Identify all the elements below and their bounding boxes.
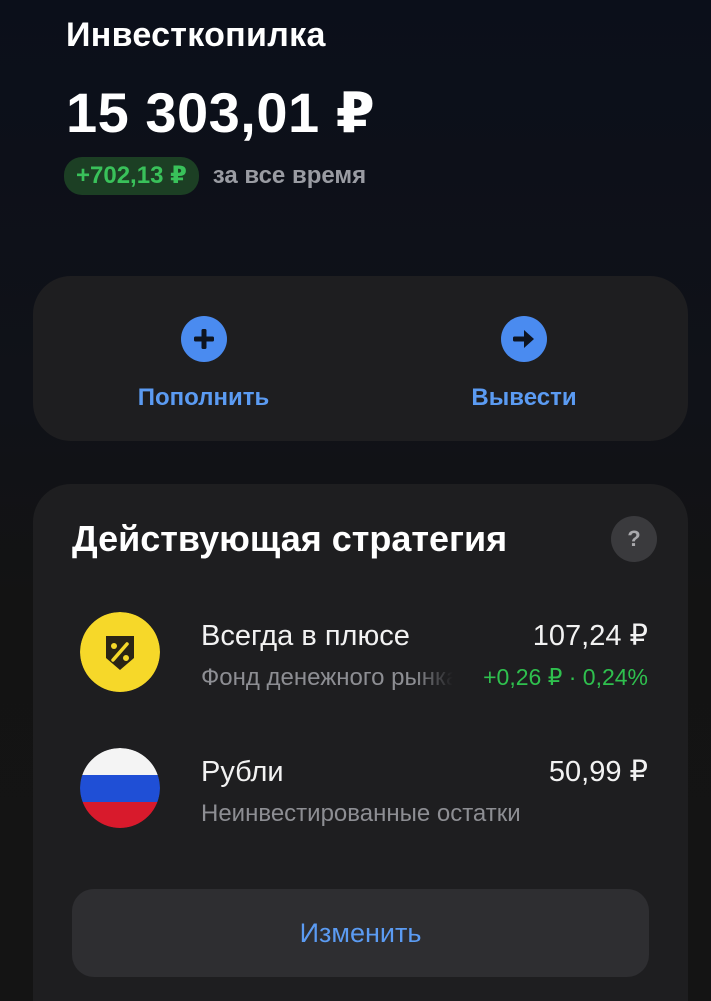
- deposit-button[interactable]: Пополнить: [33, 276, 360, 441]
- withdraw-label: Вывести: [471, 384, 577, 411]
- asset-value: 50,99 ₽: [548, 756, 648, 788]
- strategy-card: Действующая стратегия ? Всегда в плюсе Ф…: [33, 484, 688, 1001]
- asset-subtitle: Неинвестированные остатки: [201, 800, 521, 827]
- header: Инвесткопилка: [66, 16, 326, 55]
- asset-name: Всегда в плюсе: [201, 620, 410, 652]
- strategy-title: Действующая стратегия: [72, 518, 508, 559]
- arrow-right-icon: [501, 316, 547, 362]
- asset-subtitle: Фонд денежного рынка: [201, 664, 453, 691]
- page-title: Инвесткопилка: [66, 16, 326, 54]
- shield-percent-icon: [80, 612, 160, 692]
- asset-row[interactable]: Всегда в плюсе Фонд денежного рынка 107,…: [33, 612, 688, 702]
- help-button[interactable]: ?: [611, 516, 657, 562]
- asset-value: 107,24 ₽: [532, 620, 648, 652]
- delta-badge: +702,13 ₽: [64, 157, 199, 195]
- asset-change: +0,26 ₽ · 0,24%: [483, 664, 648, 690]
- russia-flag-icon: [80, 748, 160, 828]
- deposit-label: Пополнить: [137, 384, 270, 411]
- total-balance: 15 303,01 ₽: [66, 81, 376, 144]
- asset-name: Рубли: [201, 756, 284, 788]
- plus-icon: [180, 316, 227, 362]
- change-strategy-button[interactable]: Изменить: [72, 889, 649, 977]
- delta-row: +702,13 ₽ за все время: [64, 157, 366, 195]
- withdraw-button[interactable]: Вывести: [360, 276, 688, 441]
- actions-card: Пополнить Вывести: [33, 276, 688, 441]
- asset-row[interactable]: Рубли Неинвестированные остатки 50,99 ₽: [33, 748, 688, 838]
- delta-caption: за все время: [212, 162, 367, 189]
